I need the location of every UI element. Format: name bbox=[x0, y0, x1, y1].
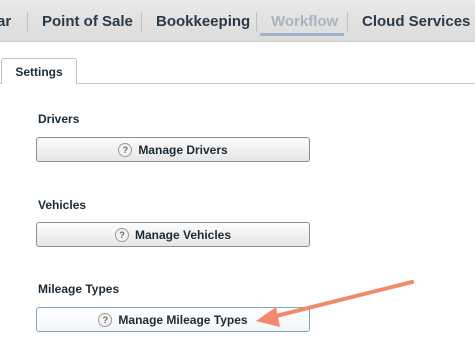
nav-separator bbox=[27, 12, 28, 32]
manage-vehicles-label: Manage Vehicles bbox=[134, 227, 232, 242]
help-icon[interactable]: ? bbox=[114, 227, 129, 242]
drivers-section-label: Drivers bbox=[38, 112, 80, 126]
manage-drivers-label: Manage Drivers bbox=[138, 142, 228, 157]
manage-drivers-button[interactable]: ? Manage Drivers bbox=[36, 137, 310, 162]
tab-settings[interactable]: Settings bbox=[1, 58, 77, 84]
nav-item-point-of-sale[interactable]: Point of Sale bbox=[42, 0, 133, 42]
mileage-types-section-label: Mileage Types bbox=[38, 282, 120, 296]
manage-mileage-types-label: Manage Mileage Types bbox=[118, 312, 248, 327]
top-navigation: ar Point of Sale Bookkeeping Workflow Cl… bbox=[0, 0, 475, 42]
nav-item-cloud-services[interactable]: Cloud Services bbox=[362, 0, 470, 42]
nav-separator bbox=[256, 12, 257, 32]
active-nav-underline bbox=[260, 33, 344, 36]
help-icon[interactable]: ? bbox=[98, 312, 113, 327]
manage-vehicles-button[interactable]: ? Manage Vehicles bbox=[36, 222, 310, 247]
nav-separator bbox=[141, 12, 142, 32]
nav-item-bookkeeping[interactable]: Bookkeeping bbox=[156, 0, 250, 42]
nav-item-calendar[interactable]: ar bbox=[0, 0, 11, 42]
vehicles-section-label: Vehicles bbox=[38, 198, 87, 212]
manage-mileage-types-button[interactable]: ? Manage Mileage Types bbox=[36, 307, 310, 332]
nav-separator bbox=[347, 12, 348, 32]
help-icon[interactable]: ? bbox=[118, 142, 133, 157]
